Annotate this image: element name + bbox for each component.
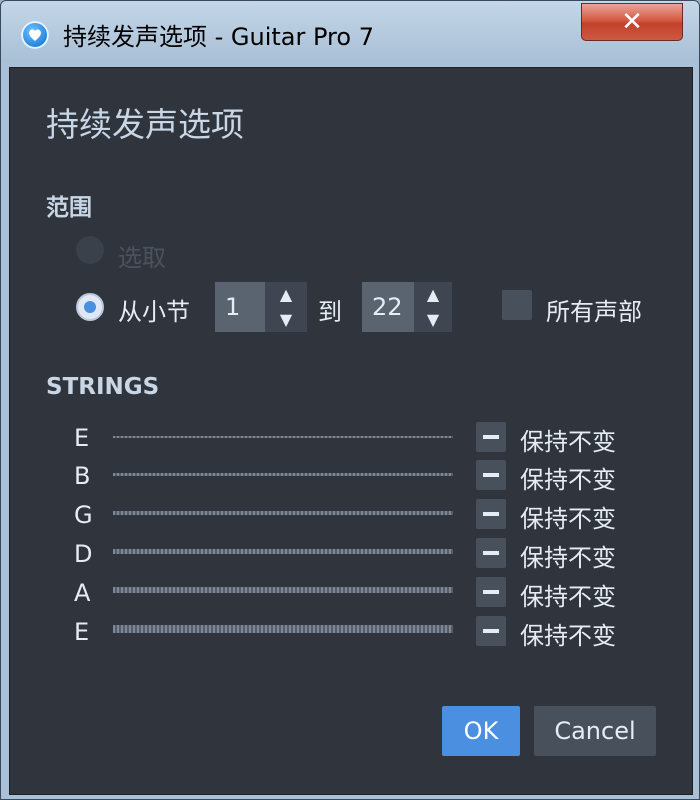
string-line <box>113 549 453 554</box>
string-line <box>113 436 453 438</box>
dialog-window: 持续发声选项 - Guitar Pro 7 ✕ 持续发声选项 范围 选取 从小节… <box>0 0 700 800</box>
string-mode-value: 保持不变 <box>520 622 616 650</box>
string-name: E <box>74 618 90 646</box>
string-line <box>113 473 453 476</box>
string-mode-value: 保持不变 <box>520 428 616 456</box>
spin-up-icon[interactable]: ▲ <box>414 282 452 307</box>
to-label: 到 <box>318 298 342 326</box>
dialog-body: 持续发声选项 范围 选取 从小节 1 ▲ ▼ 到 22 ▲ ▼ 所有声部 STR… <box>9 67 693 795</box>
cancel-button[interactable]: Cancel <box>534 706 656 756</box>
string-name: E <box>74 424 90 452</box>
from-bar-value[interactable]: 1 <box>215 282 265 332</box>
string-mode-decrease-button[interactable] <box>476 538 506 568</box>
spin-down-icon[interactable]: ▼ <box>414 307 452 332</box>
window-title: 持续发声选项 - Guitar Pro 7 <box>63 23 374 51</box>
string-mode-value: 保持不变 <box>520 544 616 572</box>
string-mode-value: 保持不变 <box>520 583 616 611</box>
string-line <box>113 511 453 515</box>
string-name: D <box>74 540 93 568</box>
all-voices-checkbox[interactable] <box>502 290 532 320</box>
guitar-pro-app-icon <box>21 21 49 49</box>
spin-up-icon[interactable]: ▲ <box>265 282 307 307</box>
string-mode-decrease-button[interactable] <box>476 499 506 529</box>
string-mode-decrease-button[interactable] <box>476 616 506 646</box>
spin-down-icon[interactable]: ▼ <box>265 307 307 332</box>
strings-section-label: STRINGS <box>46 374 160 400</box>
string-name: B <box>74 462 91 490</box>
string-mode-value: 保持不变 <box>520 505 616 533</box>
dialog-heading: 持续发声选项 <box>46 105 244 144</box>
to-bar-spinbox[interactable]: 22 ▲ ▼ <box>362 282 452 332</box>
all-voices-label: 所有声部 <box>546 298 642 326</box>
range-section-label: 范围 <box>46 195 92 221</box>
radio-selection[interactable] <box>76 236 104 264</box>
ok-button[interactable]: OK <box>442 706 520 756</box>
close-button[interactable]: ✕ <box>581 3 683 41</box>
string-name: G <box>74 501 93 529</box>
title-bar[interactable]: 持续发声选项 - Guitar Pro 7 ✕ <box>1 1 699 67</box>
radio-from-bar-label: 从小节 <box>118 298 190 326</box>
string-name: A <box>74 579 91 607</box>
radio-from-bar[interactable] <box>76 293 104 321</box>
from-bar-spinbox[interactable]: 1 ▲ ▼ <box>215 282 307 332</box>
string-mode-decrease-button[interactable] <box>476 460 506 490</box>
radio-selection-label: 选取 <box>118 244 166 272</box>
to-bar-value[interactable]: 22 <box>362 282 414 332</box>
string-line <box>113 625 453 633</box>
string-line <box>113 587 453 593</box>
string-mode-value: 保持不变 <box>520 466 616 494</box>
string-mode-decrease-button[interactable] <box>476 422 506 452</box>
string-mode-decrease-button[interactable] <box>476 577 506 607</box>
